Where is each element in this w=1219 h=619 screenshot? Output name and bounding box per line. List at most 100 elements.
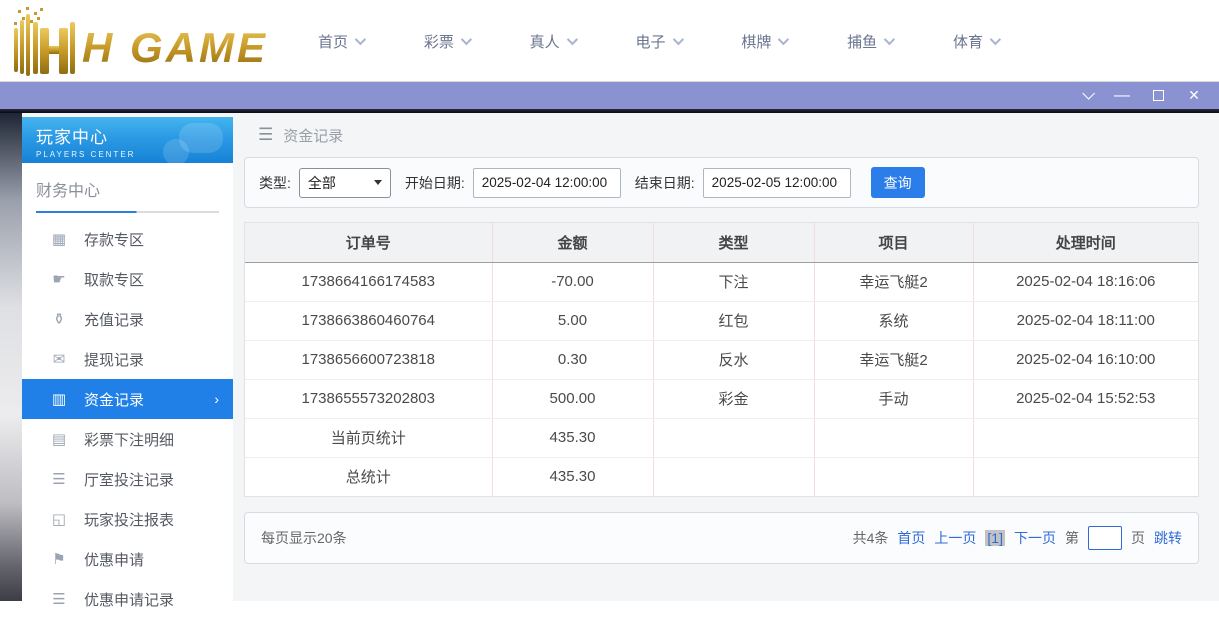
wallet-icon: ✉ xyxy=(50,350,68,368)
workspace: 玩家中心 PLAYERS CENTER 财务中心 ▦ 存款专区 ☛ 取款专区 ⚱… xyxy=(0,113,1219,601)
sidebar-item-recharge-records[interactable]: ⚱ 充值记录 xyxy=(22,299,233,339)
sidebar-item-deposit-zone[interactable]: ▦ 存款专区 xyxy=(22,219,233,259)
cell-empty xyxy=(814,457,973,496)
cell-empty xyxy=(653,418,814,457)
jump-prefix-label: 第 xyxy=(1065,528,1079,548)
gamepad-icon xyxy=(163,139,189,163)
sidebar-item-hall-bet-records[interactable]: ☰ 厅室投注记录 xyxy=(22,459,233,499)
cell-project: 手动 xyxy=(814,379,973,418)
sidebar-item-promo-apply-records[interactable]: ☰ 优惠申请记录 xyxy=(22,579,233,619)
cell-amount: 435.30 xyxy=(492,457,653,496)
col-project: 项目 xyxy=(814,223,973,262)
nav-item-lottery[interactable]: 彩票 xyxy=(424,31,469,52)
chevron-down-icon xyxy=(461,34,472,45)
nav-item-live-casino[interactable]: 真人 xyxy=(530,31,575,52)
end-date-label: 结束日期: xyxy=(635,173,695,193)
cell-label: 当前页统计 xyxy=(245,418,492,457)
nav-label: 真人 xyxy=(530,31,560,52)
query-button[interactable]: 查询 xyxy=(871,167,925,198)
cell-process-time: 2025-02-04 15:52:53 xyxy=(973,379,1198,418)
backdrop-strip xyxy=(0,113,22,601)
collapse-button[interactable] xyxy=(1075,86,1097,106)
nav-item-sports[interactable]: 体育 xyxy=(953,31,998,52)
cell-type: 反水 xyxy=(653,340,814,379)
type-select-value: 全部 xyxy=(308,173,336,193)
nav-label: 捕鱼 xyxy=(847,31,877,52)
first-page-link[interactable]: 首页 xyxy=(897,528,925,548)
cell-amount: 500.00 xyxy=(492,379,653,418)
cell-empty xyxy=(653,457,814,496)
cell-project: 系统 xyxy=(814,301,973,340)
site-header: H GAME 首页 彩票 真人 电子 棋牌 捕鱼 体育 xyxy=(0,0,1219,82)
chevron-down-icon xyxy=(566,34,577,45)
table-row: 1738655573202803 500.00 彩金 手动 2025-02-04… xyxy=(245,379,1198,418)
chevron-down-icon xyxy=(355,34,366,45)
prev-page-link[interactable]: 上一页 xyxy=(934,528,976,548)
page-jump-input[interactable] xyxy=(1088,526,1122,550)
nav-label: 电子 xyxy=(635,31,665,52)
nav-item-home[interactable]: 首页 xyxy=(318,31,363,52)
nav-label: 棋牌 xyxy=(741,31,771,52)
logo-graphic: H GAME xyxy=(6,4,276,78)
next-page-link[interactable]: 下一页 xyxy=(1014,528,1056,548)
players-center-header: 玩家中心 PLAYERS CENTER xyxy=(22,117,233,163)
cell-type: 下注 xyxy=(653,262,814,301)
fund-records-table: 订单号 金额 类型 项目 处理时间 1738664166174583 -70.0… xyxy=(245,223,1198,496)
breadcrumb: ☰ 资金记录 xyxy=(244,113,1199,157)
sidebar-item-fund-records[interactable]: ▥ 资金记录 › xyxy=(22,379,233,419)
jump-link[interactable]: 跳转 xyxy=(1154,528,1182,548)
chevron-down-icon xyxy=(884,34,895,45)
table-header-row: 订单号 金额 类型 项目 处理时间 xyxy=(245,223,1198,262)
menu-toggle-icon[interactable]: ☰ xyxy=(258,125,273,145)
chevron-down-icon xyxy=(1082,87,1095,100)
table-row-page-total: 当前页统计 435.30 xyxy=(245,418,1198,457)
cell-order-id: 1738656600723818 xyxy=(245,340,492,379)
sidebar: 玩家中心 PLAYERS CENTER 财务中心 ▦ 存款专区 ☛ 取款专区 ⚱… xyxy=(22,117,233,601)
page-title: 资金记录 xyxy=(283,125,343,146)
cell-amount: 0.30 xyxy=(492,340,653,379)
sidebar-item-lottery-bet-details[interactable]: ▤ 彩票下注明细 xyxy=(22,419,233,459)
cell-label: 总统计 xyxy=(245,457,492,496)
list-detail-icon: ☰ xyxy=(50,470,68,488)
sidebar-item-withdraw-records[interactable]: ✉ 提现记录 xyxy=(22,339,233,379)
table-row: 1738664166174583 -70.00 下注 幸运飞艇2 2025-02… xyxy=(245,262,1198,301)
window-titlebar: — ✕ xyxy=(0,82,1219,109)
total-count: 共4条 xyxy=(853,528,889,548)
nav-label: 彩票 xyxy=(424,31,454,52)
maximize-button[interactable] xyxy=(1147,86,1169,106)
sidebar-item-player-bet-report[interactable]: ◱ 玩家投注报表 xyxy=(22,499,233,539)
start-date-input[interactable] xyxy=(473,168,621,198)
select-caret-icon xyxy=(374,180,382,185)
cell-order-id: 1738655573202803 xyxy=(245,379,492,418)
list-records-icon: ☰ xyxy=(50,590,68,608)
col-order-id: 订单号 xyxy=(245,223,492,262)
cell-amount: 5.00 xyxy=(492,301,653,340)
jump-suffix-label: 页 xyxy=(1131,528,1145,548)
logo[interactable]: H GAME xyxy=(6,4,276,78)
sidebar-item-promo-apply[interactable]: ⚑ 优惠申请 xyxy=(22,539,233,579)
hand-cash-icon: ☛ xyxy=(50,270,68,288)
sidebar-item-withdraw-zone[interactable]: ☛ 取款专区 xyxy=(22,259,233,299)
type-label: 类型: xyxy=(259,173,291,193)
logo-text: H GAME xyxy=(82,24,268,71)
cell-process-time: 2025-02-04 18:16:06 xyxy=(973,262,1198,301)
table-row: 1738656600723818 0.30 反水 幸运飞艇2 2025-02-0… xyxy=(245,340,1198,379)
cell-order-id: 1738663860460764 xyxy=(245,301,492,340)
cell-project: 幸运飞艇2 xyxy=(814,262,973,301)
end-date-input[interactable] xyxy=(703,168,851,198)
nav-item-chess-cards[interactable]: 棋牌 xyxy=(741,31,786,52)
main-content: ☰ 资金记录 类型: 全部 开始日期: 结束日期: 查询 订单号 xyxy=(244,113,1199,601)
pagination-bar: 每页显示20条 共4条 首页 上一页 [1] 下一页 第 页 跳转 xyxy=(244,512,1199,564)
bank-card-icon: ▦ xyxy=(50,230,68,248)
close-button[interactable]: ✕ xyxy=(1183,86,1205,106)
fund-records-table-panel: 订单号 金额 类型 项目 处理时间 1738664166174583 -70.0… xyxy=(244,222,1199,497)
chart-report-icon: ◱ xyxy=(50,510,68,528)
cell-project: 幸运飞艇2 xyxy=(814,340,973,379)
col-process-time: 处理时间 xyxy=(973,223,1198,262)
nav-item-fishing[interactable]: 捕鱼 xyxy=(847,31,892,52)
type-select[interactable]: 全部 xyxy=(299,168,391,198)
nav-item-slots[interactable]: 电子 xyxy=(635,31,680,52)
table-row: 1738663860460764 5.00 红包 系统 2025-02-04 1… xyxy=(245,301,1198,340)
money-bag-icon: ⚱ xyxy=(50,310,68,328)
minimize-button[interactable]: — xyxy=(1111,86,1133,106)
